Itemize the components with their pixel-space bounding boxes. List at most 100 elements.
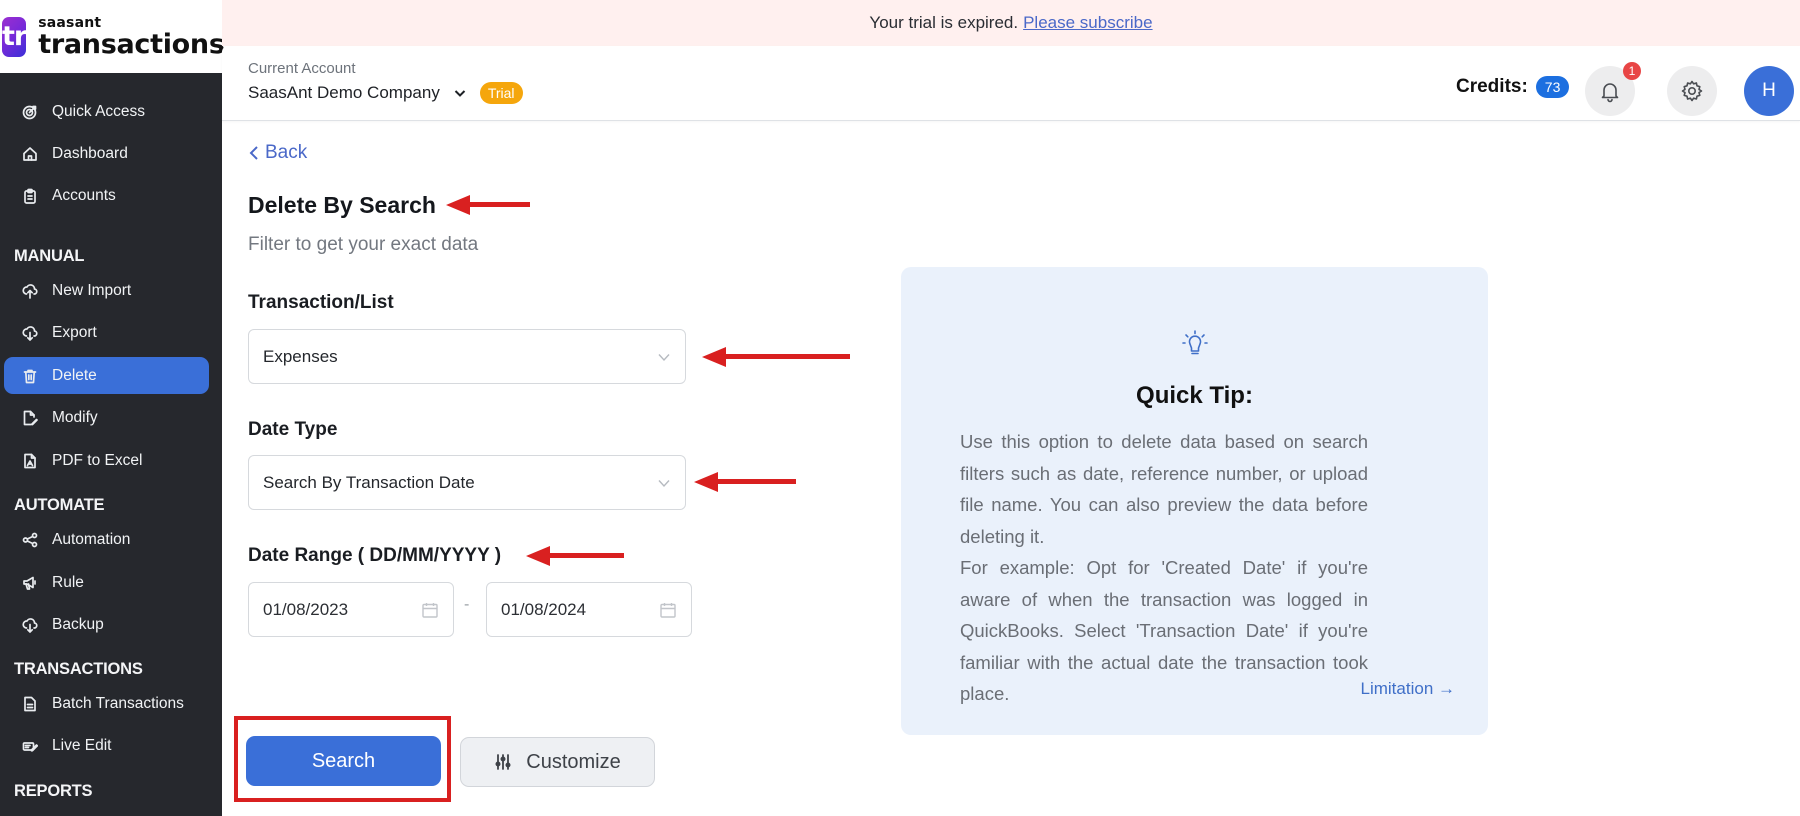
sidebar-item-live-edit[interactable]: Live Edit [4, 727, 209, 764]
brand-logo[interactable]: tr saasant transactions [0, 0, 225, 73]
date-type-label: Date Type [248, 419, 338, 440]
sidebar-item-automation[interactable]: Automation [4, 521, 209, 558]
lightbulb-icon [1176, 325, 1214, 363]
credits-value: 73 [1535, 76, 1570, 98]
annotation-arrow-transaction [702, 346, 850, 368]
settings-button[interactable] [1667, 66, 1717, 116]
sidebar-item-label: Quick Access [52, 102, 146, 120]
chevron-left-icon [249, 146, 258, 160]
plan-badge: Trial [479, 82, 523, 104]
chevron-down-icon [657, 349, 671, 363]
section-reports: REPORTS [14, 782, 93, 800]
section-transactions: TRANSACTIONS [14, 660, 143, 678]
section-automate: AUTOMATE [14, 496, 105, 514]
sidebar-item-accounts[interactable]: Accounts [4, 177, 209, 214]
credits-display: Credits: 73 [1456, 76, 1570, 98]
user-avatar[interactable]: H [1744, 66, 1794, 116]
top-header: Current Account SaasAnt Demo Company Tri… [222, 46, 1800, 121]
logo-text: saasant transactions [38, 14, 225, 60]
sidebar-item-modify[interactable]: Modify [4, 399, 209, 436]
trash-icon [20, 366, 40, 386]
calendar-icon[interactable] [659, 601, 677, 619]
clipboard-icon [20, 186, 40, 206]
sidebar-item-label: Backup [52, 615, 104, 633]
gear-icon [1681, 80, 1703, 102]
date-from-value: 01/08/2023 [263, 599, 349, 619]
section-manual: MANUAL [14, 247, 85, 265]
back-label: Back [265, 142, 308, 163]
sidebar-item-label: Batch Transactions [52, 694, 184, 712]
quick-tip-body: Use this option to delete data based on … [960, 426, 1368, 710]
notification-count-badge: 1 [1623, 62, 1641, 80]
trial-message: Your trial is expired. [869, 13, 1019, 32]
transaction-list-label: Transaction/List [248, 292, 394, 313]
limitation-link[interactable]: Limitation → [1361, 679, 1455, 699]
sidebar-item-label: Delete [52, 366, 97, 384]
account-name[interactable]: SaasAnt Demo Company [248, 83, 440, 103]
edit-lines-icon [20, 736, 40, 756]
sidebar-item-batch-transactions[interactable]: Batch Transactions [4, 685, 209, 722]
sidebar-item-dashboard[interactable]: Dashboard [4, 135, 209, 172]
sliders-icon [495, 754, 511, 770]
trial-banner: Your trial is expired. Please subscribe [222, 0, 1800, 46]
bell-icon [1601, 83, 1619, 103]
customize-button[interactable]: Customize [460, 737, 655, 787]
file-edit-icon [20, 408, 40, 428]
sidebar-item-label: Rule [52, 573, 84, 591]
sidebar-item-label: PDF to Excel [52, 451, 143, 469]
app-root: tr saasant transactions Quick Access Das… [0, 0, 1800, 816]
date-to-value: 01/08/2024 [501, 599, 587, 619]
sidebar-item-label: Export [52, 323, 97, 341]
date-to-input[interactable]: 01/08/2024 [486, 582, 692, 637]
sidebar-item-label: Dashboard [52, 144, 128, 162]
home-icon [20, 144, 40, 164]
date-type-select[interactable]: Search By Transaction Date [248, 455, 686, 510]
sidebar-item-new-import[interactable]: New Import [4, 272, 209, 309]
annotation-arrow-date-type [694, 471, 796, 493]
sidebar-item-backup[interactable]: Backup [4, 606, 209, 643]
cloud-upload-icon [20, 281, 40, 301]
sidebar-item-label: Modify [52, 408, 98, 426]
account-switcher[interactable]: SaasAnt Demo Company Trial [248, 82, 523, 104]
search-button[interactable]: Search [246, 736, 441, 786]
cloud-download-icon [20, 323, 40, 343]
transaction-list-select[interactable]: Expenses [248, 329, 686, 384]
back-link[interactable]: Back [248, 142, 307, 164]
quick-tip-paragraph: For example: Opt for 'Created Date' if y… [960, 557, 1368, 704]
pdf-file-icon [20, 451, 40, 471]
sidebar-item-export[interactable]: Export [4, 314, 209, 351]
date-range-label: Date Range ( DD/MM/YYYY ) [248, 545, 502, 566]
chevron-down-icon[interactable] [452, 85, 468, 101]
annotation-arrow-date-range [526, 545, 624, 567]
transaction-list-value: Expenses [263, 346, 338, 366]
sidebar-item-delete[interactable]: Delete [4, 357, 209, 394]
logo-name-big: transactions [38, 28, 225, 60]
quick-tip-card: Quick Tip: Use this option to delete dat… [901, 267, 1488, 735]
subscribe-link[interactable]: Please subscribe [1023, 13, 1152, 33]
page-title: Delete By Search [248, 192, 436, 218]
sidebar-item-label: Accounts [52, 186, 116, 204]
target-icon [20, 102, 40, 122]
account-caption: Current Account [248, 60, 356, 77]
sidebar-item-pdf-to-excel[interactable]: PDF to Excel [4, 442, 209, 479]
quick-tip-title: Quick Tip: [1136, 382, 1253, 409]
document-icon [20, 694, 40, 714]
page-subtitle: Filter to get your exact data [248, 234, 479, 255]
notifications-button[interactable]: 1 [1585, 62, 1641, 116]
logo-mark: tr [2, 16, 27, 57]
sidebar-item-rule[interactable]: Rule [4, 564, 209, 601]
sidebar-item-label: Automation [52, 530, 131, 548]
credits-label: Credits: [1456, 76, 1528, 97]
chevron-down-icon [657, 475, 671, 489]
megaphone-icon [20, 573, 40, 593]
cloud-download-icon [20, 615, 40, 635]
sidebar-item-label: New Import [52, 281, 132, 299]
customize-label: Customize [526, 750, 621, 773]
logo-name-small: saasant [38, 14, 102, 31]
sidebar-item-label: Live Edit [52, 736, 112, 754]
annotation-arrow-title [446, 194, 530, 216]
sidebar-item-quick-access[interactable]: Quick Access [4, 93, 209, 130]
date-from-input[interactable]: 01/08/2023 [248, 582, 454, 637]
date-type-value: Search By Transaction Date [263, 472, 475, 492]
calendar-icon[interactable] [421, 601, 439, 619]
